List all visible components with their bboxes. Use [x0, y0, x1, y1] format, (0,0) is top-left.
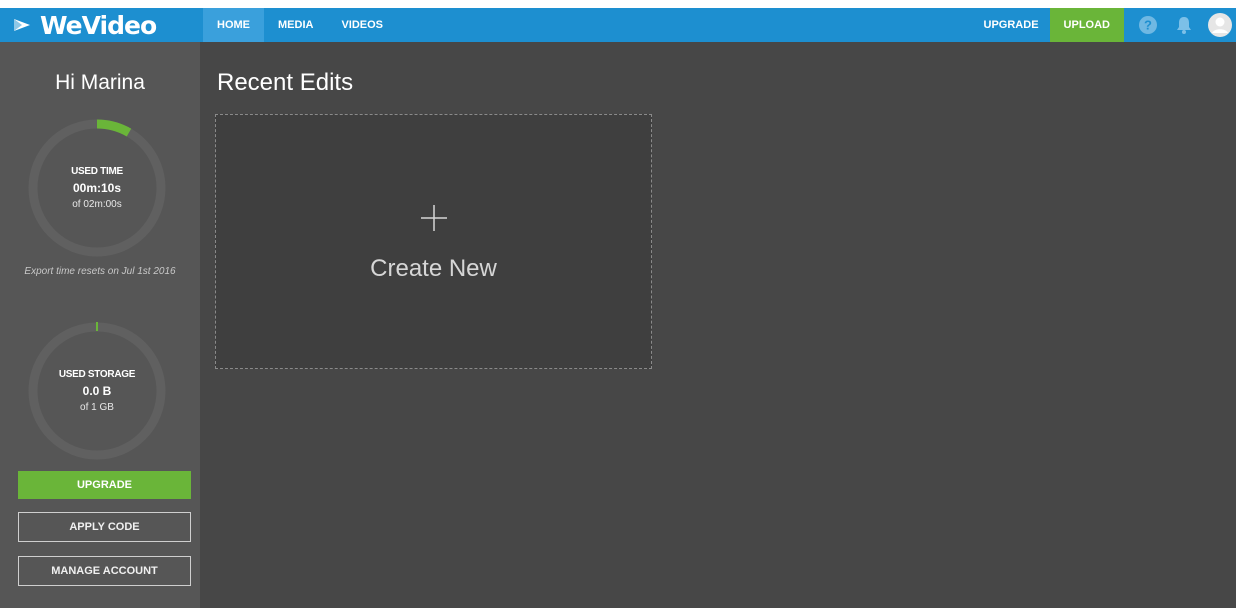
section-title: Recent Edits: [217, 69, 354, 96]
tab-home[interactable]: HOME: [203, 8, 264, 42]
used-storage-total: of 1 GB: [80, 402, 114, 413]
brand-logo[interactable]: WeVideo: [12, 8, 202, 42]
used-storage-label: USED STORAGE: [58, 369, 136, 380]
upload-button[interactable]: UPLOAD: [1049, 8, 1124, 42]
upgrade-link[interactable]: UPGRADE: [973, 8, 1050, 42]
export-reset-note: Export time resets on Jul 1st 2016: [24, 266, 176, 277]
avatar-icon[interactable]: [1208, 8, 1232, 42]
used-storage-value: 0.0 B: [82, 384, 112, 398]
greeting: Hi Marina: [55, 71, 145, 94]
header-actions: UPGRADE UPLOAD ?: [973, 8, 1236, 42]
used-storage-gauge: USED STORAGE 0.0 B of 1 GB: [27, 321, 167, 461]
account-sidebar: Hi Marina USED TIME 00m:10s of 02m:00s E…: [0, 42, 200, 608]
app-window: WeVideo HOME MEDIA VIDEOS UPGRADE UPLOAD…: [0, 8, 1236, 608]
brand-name: WeVideo: [40, 10, 157, 40]
main-nav: HOME MEDIA VIDEOS: [203, 8, 397, 42]
upgrade-button[interactable]: UPGRADE: [18, 471, 191, 499]
help-icon[interactable]: ?: [1136, 8, 1160, 42]
play-logo-icon: [14, 19, 30, 31]
svg-text:?: ?: [1144, 18, 1152, 33]
plus-icon: [216, 203, 651, 233]
tab-videos[interactable]: VIDEOS: [327, 8, 397, 42]
main-content: Recent Edits Create New: [200, 42, 1236, 608]
create-new-card[interactable]: Create New: [215, 114, 652, 369]
used-time-total: of 02m:00s: [72, 199, 122, 210]
used-time-label: USED TIME: [71, 166, 123, 177]
top-bar: WeVideo HOME MEDIA VIDEOS UPGRADE UPLOAD…: [0, 8, 1236, 42]
used-time-value: 00m:10s: [72, 181, 122, 195]
create-new-label: Create New: [370, 255, 497, 282]
used-time-gauge: USED TIME 00m:10s of 02m:00s: [27, 118, 167, 258]
apply-code-button[interactable]: APPLY CODE: [18, 512, 191, 542]
bell-icon[interactable]: [1172, 8, 1196, 42]
manage-account-button[interactable]: MANAGE ACCOUNT: [18, 556, 191, 586]
tab-media[interactable]: MEDIA: [264, 8, 327, 42]
